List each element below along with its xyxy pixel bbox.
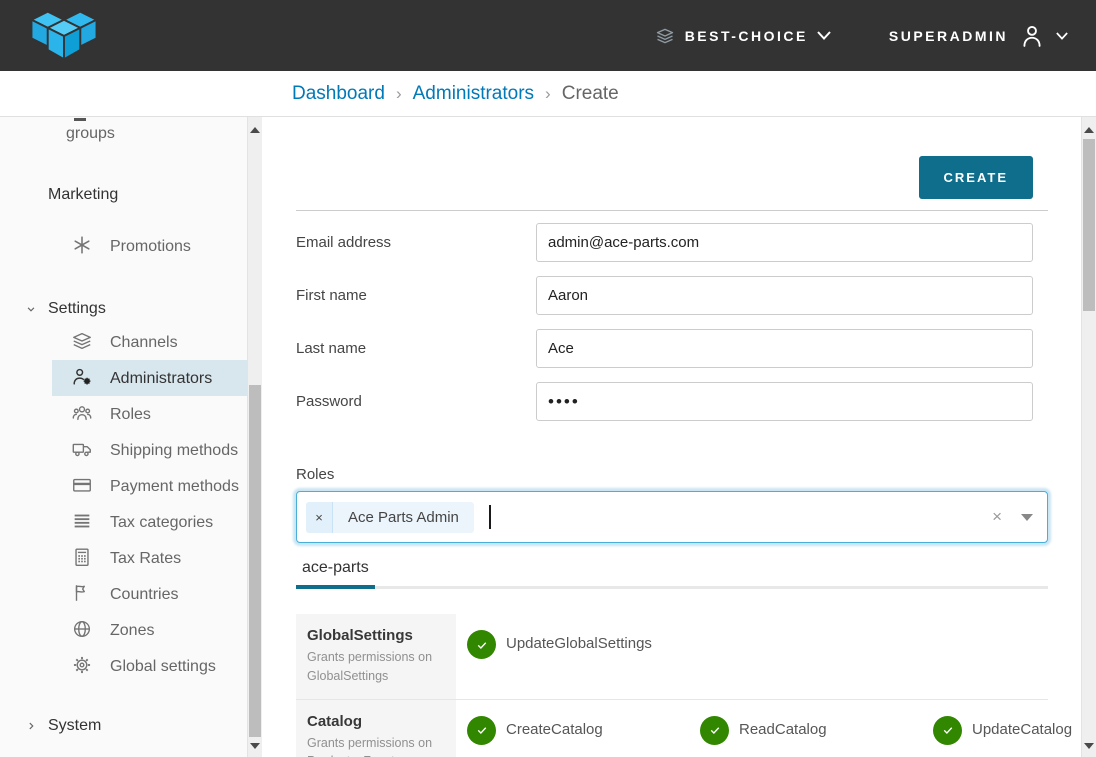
list-icon — [70, 510, 94, 532]
user-name: SUPERADMIN — [889, 28, 1008, 44]
asterisk-icon — [70, 234, 94, 256]
last-name-field[interactable] — [536, 329, 1033, 368]
channel-tabs: ace-parts — [296, 559, 1048, 589]
sidebar-scrollbar-thumb[interactable] — [249, 385, 261, 737]
select-clear-icon[interactable]: × — [992, 507, 1002, 527]
user-menu[interactable]: SUPERADMIN — [889, 22, 1068, 50]
form-row-email: Email address — [296, 223, 1048, 262]
tab-ace-parts[interactable]: ace-parts — [296, 559, 375, 586]
toggle-on-check-icon[interactable] — [933, 716, 962, 745]
sidebar-item-promotions[interactable]: Promotions — [52, 228, 247, 264]
create-button[interactable]: CREATE — [919, 156, 1033, 199]
email-label: Email address — [296, 234, 536, 251]
admin-app: BEST-CHOICE SUPERADMIN Dashb — [0, 0, 1096, 757]
permission-row-catalog: Catalog Grants permissions on Products, … — [296, 699, 1048, 757]
breadcrumb-dashboard[interactable]: Dashboard — [292, 83, 385, 105]
roles-select[interactable]: × Ace Parts Admin × — [296, 491, 1048, 543]
role-chip-label: Ace Parts Admin — [333, 502, 474, 533]
layers-icon — [654, 26, 676, 46]
password-label: Password — [296, 393, 536, 410]
breadcrumb-separator: › — [545, 84, 551, 104]
permission-category: Catalog Grants permissions on Products, … — [296, 700, 456, 757]
permission-row-globalsettings: GlobalSettings Grants permissions on Glo… — [296, 614, 1048, 699]
role-chip: × Ace Parts Admin — [306, 502, 474, 533]
sidebar-item-tax-categories[interactable]: Tax categories — [52, 504, 247, 540]
vendure-cube-logo-icon — [28, 7, 100, 65]
permissions-table: GlobalSettings Grants permissions on Glo… — [296, 614, 1048, 757]
cog-icon — [70, 654, 94, 676]
scroll-down-arrow-icon[interactable] — [1082, 739, 1096, 753]
user-icon — [1018, 22, 1046, 50]
permission-cell: UpdateCatalog — [933, 716, 1081, 757]
email-field[interactable] — [536, 223, 1033, 262]
toggle-on-check-icon[interactable] — [467, 630, 496, 659]
scroll-up-arrow-icon[interactable] — [248, 123, 262, 137]
permission-cell: CreateCatalog — [467, 716, 700, 757]
permission-cell: ReadCatalog — [700, 716, 933, 757]
last-name-label: Last name — [296, 340, 536, 357]
sidebar-scrollbar[interactable] — [247, 117, 262, 757]
form-row-password: Password — [296, 382, 1048, 421]
truck-icon — [70, 438, 94, 460]
scroll-down-arrow-icon[interactable] — [248, 739, 262, 753]
roles-label: Roles — [296, 466, 1048, 483]
first-name-label: First name — [296, 287, 536, 304]
globe-icon — [70, 618, 94, 640]
sidebar-section-system[interactable]: System — [0, 715, 247, 737]
toggle-on-check-icon[interactable] — [700, 716, 729, 745]
clipped-icon-remnant — [74, 118, 86, 121]
breadcrumb-administrators[interactable]: Administrators — [413, 83, 534, 105]
select-caret-down-icon[interactable] — [1021, 514, 1033, 521]
breadcrumb-create: Create — [562, 83, 619, 105]
password-field[interactable] — [536, 382, 1033, 421]
first-name-field[interactable] — [536, 276, 1033, 315]
sidebar-item-countries[interactable]: Countries — [52, 576, 247, 612]
flag-icon — [70, 582, 94, 604]
breadcrumb-separator: › — [396, 84, 402, 104]
header-right-cluster: BEST-CHOICE SUPERADMIN — [654, 22, 1068, 50]
section-divider — [296, 210, 1048, 211]
breadcrumb: Dashboard › Administrators › Create — [0, 71, 1096, 117]
sidebar-item-customer-groups-clipped[interactable]: groups — [0, 119, 247, 148]
main-scrollbar[interactable] — [1081, 117, 1096, 757]
sidebar-item-tax-rates[interactable]: Tax Rates — [52, 540, 247, 576]
form-row-first-name: First name — [296, 276, 1048, 315]
sidebar-item-payment-methods[interactable]: Payment methods — [52, 468, 247, 504]
calculator-icon — [70, 546, 94, 568]
permission-category: GlobalSettings Grants permissions on Glo… — [296, 614, 456, 699]
permission-cell: UpdateGlobalSettings — [467, 630, 700, 683]
channel-name: BEST-CHOICE — [685, 28, 808, 44]
sidebar-item-roles[interactable]: Roles — [52, 396, 247, 432]
app-logo[interactable] — [28, 7, 100, 65]
sidebar-section-settings[interactable]: Settings — [0, 298, 247, 320]
sidebar-item-channels[interactable]: Channels — [52, 324, 247, 360]
administrator-form: Email address First name Last name Passw… — [296, 223, 1048, 421]
top-header: BEST-CHOICE SUPERADMIN — [0, 0, 1096, 71]
sidebar-nav: groups Marketing Promotions — [0, 117, 247, 757]
chevron-down-icon — [1056, 32, 1068, 40]
form-row-last-name: Last name — [296, 329, 1048, 368]
text-cursor — [489, 505, 491, 529]
chevron-down-icon — [817, 31, 831, 40]
sidebar-item-zones[interactable]: Zones — [52, 612, 247, 648]
channel-switcher[interactable]: BEST-CHOICE — [654, 26, 831, 46]
user-gear-icon — [70, 366, 94, 388]
layers-icon — [70, 330, 94, 352]
sidebar-section-marketing: Marketing — [0, 184, 247, 206]
credit-card-icon — [70, 474, 94, 496]
users-icon — [70, 402, 94, 424]
main-panel: CREATE Email address First name Last nam… — [262, 117, 1081, 757]
chip-remove-icon[interactable]: × — [306, 502, 333, 533]
chevron-down-icon — [24, 301, 38, 323]
sidebar-item-global-settings[interactable]: Global settings — [52, 648, 247, 684]
main-scrollbar-thumb[interactable] — [1083, 139, 1095, 311]
sidebar-item-shipping-methods[interactable]: Shipping methods — [52, 432, 247, 468]
chevron-right-icon — [24, 718, 38, 740]
sidebar-item-administrators[interactable]: Administrators — [52, 360, 247, 396]
scroll-up-arrow-icon[interactable] — [1082, 123, 1096, 137]
toggle-on-check-icon[interactable] — [467, 716, 496, 745]
